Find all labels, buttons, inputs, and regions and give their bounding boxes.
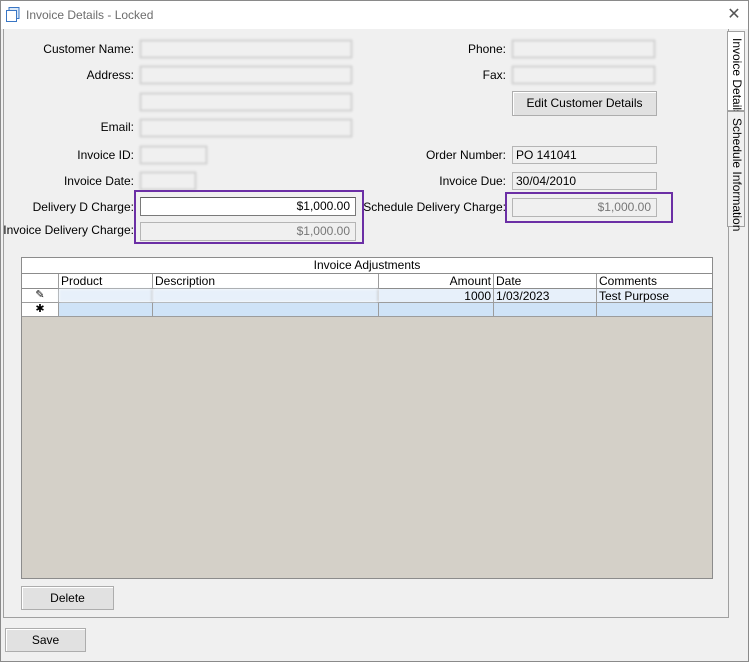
customer-name-label: Customer Name: xyxy=(43,42,134,56)
invoice-delivery-charge-field: $1,000.00 xyxy=(140,222,356,241)
row-header-corner xyxy=(22,274,59,288)
window-title: Invoice Details - Locked xyxy=(26,8,154,22)
save-button[interactable]: Save xyxy=(5,628,86,652)
tab-invoice-details-label: Invoice Details xyxy=(730,38,744,117)
address-line1-field xyxy=(140,66,352,84)
delivery-d-charge-label: Delivery D Charge: xyxy=(32,200,134,214)
order-number-label: Order Number: xyxy=(425,148,506,162)
column-header-product[interactable]: Product xyxy=(59,274,153,288)
invoice-id-label: Invoice ID: xyxy=(77,148,134,162)
column-header-comments[interactable]: Comments xyxy=(597,274,712,288)
new-cell-amount[interactable] xyxy=(379,303,494,316)
schedule-delivery-charge-field: $1,000.00 xyxy=(512,198,657,217)
order-number-field: PO 141041 xyxy=(512,146,657,164)
tab-schedule-information-label: Schedule Information xyxy=(730,118,744,232)
edit-customer-details-button[interactable]: Edit Customer Details xyxy=(512,91,657,116)
cell-amount[interactable]: 1000 xyxy=(379,289,494,302)
asterisk-icon: ✱ xyxy=(22,303,59,316)
delete-button[interactable]: Delete xyxy=(21,586,114,610)
email-field xyxy=(140,119,352,137)
column-header-description[interactable]: Description xyxy=(153,274,379,288)
pencil-icon: ✎ xyxy=(22,289,59,302)
close-icon[interactable]: ✕ xyxy=(722,4,746,26)
column-header-date[interactable]: Date xyxy=(494,274,597,288)
phone-label: Phone: xyxy=(467,42,506,56)
cell-comments[interactable]: Test Purpose xyxy=(597,289,712,302)
table-row[interactable]: ✎ 1000 1/03/2023 Test Purpose xyxy=(22,289,712,303)
window-icon xyxy=(6,7,20,22)
cell-product[interactable] xyxy=(59,289,153,302)
customer-name-field xyxy=(140,40,352,58)
invoice-adjustments-grid[interactable]: Invoice Adjustments Product Description … xyxy=(21,257,713,579)
invoice-details-window: Invoice Details - Locked ✕ Customer Name… xyxy=(0,0,749,662)
address-line2-field xyxy=(140,93,352,111)
new-cell-comments[interactable] xyxy=(597,303,712,316)
invoice-due-field: 30/04/2010 xyxy=(512,172,657,190)
tab-schedule-information[interactable]: Schedule Information xyxy=(727,111,745,231)
column-header-amount[interactable]: Amount xyxy=(379,274,494,288)
new-cell-description[interactable] xyxy=(153,303,379,316)
cell-description[interactable] xyxy=(153,289,379,302)
address-label: Address: xyxy=(86,68,134,82)
new-row[interactable]: ✱ xyxy=(22,303,712,317)
cell-date[interactable]: 1/03/2023 xyxy=(494,289,597,302)
new-cell-date[interactable] xyxy=(494,303,597,316)
delivery-d-charge-input[interactable]: $1,000.00 xyxy=(140,197,356,216)
schedule-delivery-charge-label: Schedule Delivery Charge: xyxy=(363,200,506,214)
invoice-date-field xyxy=(140,172,196,190)
invoice-date-label: Invoice Date: xyxy=(63,174,134,188)
invoice-id-field xyxy=(140,146,207,164)
tab-invoice-details[interactable]: Invoice Details xyxy=(727,31,745,116)
title-bar: Invoice Details - Locked ✕ xyxy=(1,1,748,29)
new-cell-product[interactable] xyxy=(59,303,153,316)
invoice-due-label: Invoice Due: xyxy=(439,174,506,188)
email-label: Email: xyxy=(100,120,134,134)
phone-field xyxy=(512,40,655,58)
grid-caption: Invoice Adjustments xyxy=(22,258,712,274)
invoice-details-panel: Customer Name: Address: Email: Invoice I… xyxy=(3,29,729,618)
grid-header: Product Description Amount Date Comments xyxy=(22,274,712,289)
fax-field xyxy=(512,66,655,84)
invoice-delivery-charge-label: Invoice Delivery Charge: xyxy=(3,223,134,237)
fax-label: Fax: xyxy=(482,68,506,82)
